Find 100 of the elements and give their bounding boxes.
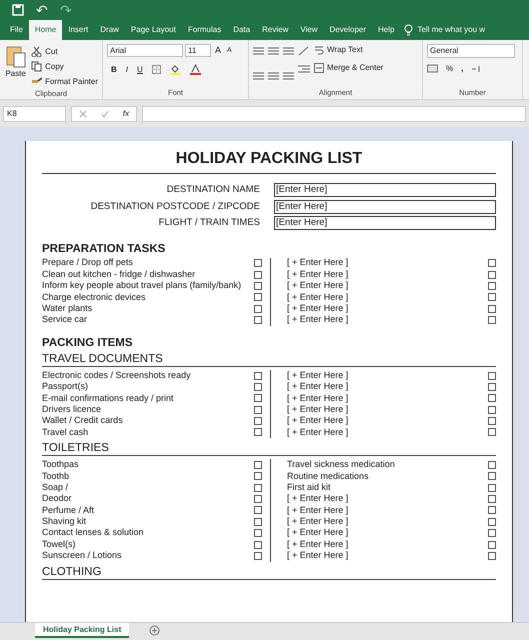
input-field[interactable]: [Enter Here]: [274, 216, 496, 230]
list-item: Travel sickness medication: [287, 458, 396, 472]
align-left-icon[interactable]: [253, 70, 264, 80]
checkbox[interactable]: [488, 472, 496, 480]
ribbon-tab[interactable]: Formulas: [182, 20, 228, 40]
checkbox[interactable]: [254, 394, 262, 402]
scissors-icon[interactable]: [31, 46, 42, 57]
checkbox[interactable]: [254, 529, 262, 538]
center-icon[interactable]: [268, 70, 279, 80]
cut-button[interactable]: Cut: [31, 45, 98, 58]
checkbox[interactable]: [488, 428, 496, 436]
checkbox[interactable]: [488, 518, 496, 526]
checkbox[interactable]: [488, 484, 496, 492]
ribbon-tab[interactable]: Home: [28, 20, 62, 40]
checkbox[interactable]: [488, 460, 496, 469]
top-align-icon[interactable]: [253, 46, 264, 56]
checkbox[interactable]: [488, 506, 496, 514]
copy-icon[interactable]: [31, 61, 42, 72]
checkbox[interactable]: [254, 259, 262, 268]
ribbon-tab[interactable]: Data: [227, 20, 256, 40]
checkbox[interactable]: [254, 460, 262, 469]
percent-button[interactable]: %: [446, 63, 454, 75]
checkbox[interactable]: [254, 495, 262, 504]
checkbox[interactable]: [488, 316, 496, 324]
checkbox[interactable]: [254, 417, 262, 426]
comma-button[interactable]: ,: [461, 63, 464, 75]
indent-icon[interactable]: [298, 64, 310, 74]
wrap-icon[interactable]: [314, 45, 324, 55]
ribbon-tab[interactable]: Page Layout: [124, 20, 182, 40]
font-size-field[interactable]: 11: [185, 44, 211, 58]
checkbox[interactable]: [488, 406, 496, 414]
save-icon[interactable]: [12, 4, 24, 16]
ribbon-tab[interactable]: Developer: [324, 20, 372, 40]
ribbon-tab[interactable]: Insert: [62, 20, 94, 40]
borders-icon[interactable]: [152, 65, 161, 74]
checkbox[interactable]: [488, 382, 496, 391]
checkbox[interactable]: [254, 382, 262, 391]
checkbox[interactable]: [488, 259, 496, 268]
input-field[interactable]: [Enter Here]: [274, 183, 496, 198]
insert-function-button[interactable]: fx: [122, 108, 130, 120]
checkbox[interactable]: [254, 540, 262, 549]
checkbox[interactable]: [254, 316, 262, 324]
wrap-text-button[interactable]: Wrap Text: [314, 44, 384, 56]
checkbox[interactable]: [488, 394, 496, 402]
checkbox[interactable]: [254, 552, 262, 560]
checkbox[interactable]: [254, 406, 262, 414]
bottom-align-icon[interactable]: [283, 46, 294, 56]
checkbox[interactable]: [254, 472, 262, 480]
checkbox[interactable]: [488, 540, 496, 549]
add-sheet-icon[interactable]: [149, 625, 160, 636]
sheet-tab[interactable]: Holiday Packing List: [35, 623, 130, 638]
copy-button[interactable]: Copy: [31, 60, 98, 73]
list-item: [ + Enter Here ]: [287, 526, 350, 540]
font-name-field[interactable]: Arial: [107, 44, 183, 58]
tell-me-field[interactable]: Tell me what you w: [417, 24, 486, 36]
clipboard-icon[interactable]: [6, 44, 26, 68]
checkbox[interactable]: [488, 495, 496, 504]
name-box[interactable]: K8: [3, 106, 66, 122]
checkbox[interactable]: [488, 417, 496, 426]
checkbox[interactable]: [488, 270, 496, 279]
bold-button[interactable]: B: [111, 64, 117, 76]
italic-button[interactable]: I: [126, 64, 128, 76]
checkbox[interactable]: [254, 282, 262, 290]
ribbon-tab[interactable]: Review: [256, 20, 294, 40]
middle-align-icon[interactable]: [268, 46, 279, 56]
ribbon-tab[interactable]: Draw: [94, 20, 125, 40]
number-format-field[interactable]: General: [427, 44, 515, 58]
ribbon-tab[interactable]: Help: [372, 20, 400, 40]
align-right-icon[interactable]: [283, 70, 294, 80]
ribbon-tab[interactable]: View: [294, 20, 324, 40]
list-item: [ + Enter Here ]: [287, 538, 350, 551]
merge-center-button[interactable]: Merge & Center: [314, 62, 384, 74]
list-item: [ + Enter Here ]: [287, 549, 350, 562]
checkbox[interactable]: [254, 270, 262, 279]
checkbox[interactable]: [488, 304, 496, 313]
checkbox[interactable]: [254, 518, 262, 526]
paste-button[interactable]: Paste: [4, 44, 28, 88]
checkbox[interactable]: [254, 293, 262, 302]
list-item: [ + Enter Here ]: [287, 256, 350, 270]
checkbox[interactable]: [488, 282, 496, 290]
checkbox[interactable]: [488, 372, 496, 380]
checkbox[interactable]: [254, 484, 262, 492]
grow-font-button[interactable]: A: [213, 44, 224, 58]
ribbon-tab[interactable]: File: [4, 20, 29, 40]
merge-icon[interactable]: [314, 63, 324, 73]
checkbox[interactable]: [254, 372, 262, 380]
input-field[interactable]: [Enter Here]: [274, 200, 496, 214]
format-painter-button[interactable]: Format Painter: [31, 75, 98, 88]
checkbox[interactable]: [254, 304, 262, 313]
font-color-icon[interactable]: [190, 64, 201, 75]
lightbulb-icon[interactable]: [404, 24, 414, 36]
checkbox[interactable]: [488, 529, 496, 538]
formula-input-field[interactable]: [142, 106, 526, 122]
undo-button[interactable]: ↶: [36, 3, 48, 17]
checkbox[interactable]: [488, 552, 496, 560]
underline-button[interactable]: U: [137, 64, 143, 76]
checkbox[interactable]: [488, 293, 496, 302]
checkbox[interactable]: [254, 428, 262, 436]
fill-color-icon[interactable]: [170, 64, 181, 75]
checkbox[interactable]: [254, 506, 262, 514]
